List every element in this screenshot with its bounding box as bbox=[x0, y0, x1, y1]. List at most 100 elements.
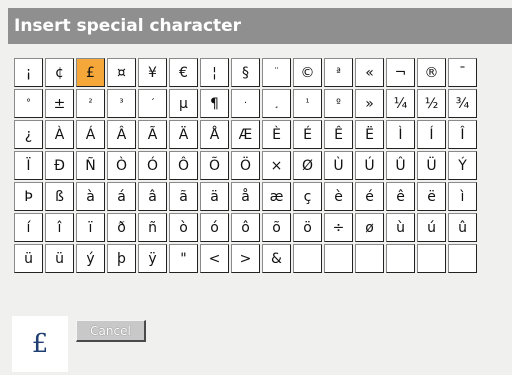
character-cell[interactable]: ú bbox=[417, 213, 446, 242]
character-cell[interactable]: ½ bbox=[417, 89, 446, 118]
character-cell[interactable]: ¯ bbox=[448, 58, 477, 87]
character-cell[interactable]: í bbox=[14, 213, 43, 242]
character-cell[interactable]: ä bbox=[200, 182, 229, 211]
character-cell[interactable]: ü bbox=[14, 244, 43, 273]
character-cell[interactable]: ¼ bbox=[386, 89, 415, 118]
character-cell[interactable]: ó bbox=[200, 213, 229, 242]
character-cell[interactable]: Ð bbox=[45, 151, 74, 180]
character-cell[interactable]: î bbox=[45, 213, 74, 242]
character-cell[interactable]: æ bbox=[262, 182, 291, 211]
character-cell[interactable]: Å bbox=[200, 120, 229, 149]
character-cell[interactable]: ¥ bbox=[138, 58, 167, 87]
character-cell[interactable]: ê bbox=[386, 182, 415, 211]
character-cell[interactable]: · bbox=[231, 89, 260, 118]
character-cell[interactable]: ô bbox=[231, 213, 260, 242]
character-cell[interactable]: Ý bbox=[448, 151, 477, 180]
character-cell[interactable]: Ø bbox=[293, 151, 322, 180]
character-cell[interactable]: > bbox=[231, 244, 260, 273]
character-cell[interactable]: ¤ bbox=[107, 58, 136, 87]
character-cell[interactable]: Ô bbox=[169, 151, 198, 180]
character-cell[interactable]: é bbox=[355, 182, 384, 211]
character-cell[interactable]: ¬ bbox=[386, 58, 415, 87]
character-cell[interactable]: Ú bbox=[355, 151, 384, 180]
character-cell[interactable]: ì bbox=[448, 182, 477, 211]
character-cell[interactable]: ¶ bbox=[200, 89, 229, 118]
character-cell[interactable]: Â bbox=[107, 120, 136, 149]
character-cell[interactable]: ¢ bbox=[45, 58, 74, 87]
character-cell[interactable]: ü bbox=[45, 244, 74, 273]
character-cell[interactable]: Ü bbox=[417, 151, 446, 180]
character-cell[interactable]: Ù bbox=[324, 151, 353, 180]
character-cell[interactable]: À bbox=[45, 120, 74, 149]
character-cell[interactable]: µ bbox=[169, 89, 198, 118]
character-cell[interactable]: à bbox=[76, 182, 105, 211]
character-cell[interactable]: € bbox=[169, 58, 198, 87]
character-cell[interactable]: ³ bbox=[107, 89, 136, 118]
character-cell[interactable]: " bbox=[169, 244, 198, 273]
character-cell[interactable]: Ì bbox=[386, 120, 415, 149]
character-cell[interactable]: ¿ bbox=[14, 120, 43, 149]
character-cell[interactable]: ß bbox=[45, 182, 74, 211]
character-cell[interactable]: Ò bbox=[107, 151, 136, 180]
character-cell[interactable]: Ë bbox=[355, 120, 384, 149]
character-cell[interactable]: ® bbox=[417, 58, 446, 87]
character-cell[interactable]: ² bbox=[76, 89, 105, 118]
character-cell[interactable]: ¾ bbox=[448, 89, 477, 118]
character-cell[interactable]: ò bbox=[169, 213, 198, 242]
character-cell[interactable]: ¡ bbox=[14, 58, 43, 87]
character-cell[interactable]: Í bbox=[417, 120, 446, 149]
character-cell[interactable]: § bbox=[231, 58, 260, 87]
character-cell[interactable]: ÿ bbox=[138, 244, 167, 273]
character-cell[interactable]: ÷ bbox=[324, 213, 353, 242]
character-cell[interactable]: × bbox=[262, 151, 291, 180]
character-cell[interactable]: ° bbox=[14, 89, 43, 118]
character-cell[interactable]: ´ bbox=[138, 89, 167, 118]
character-cell[interactable]: ± bbox=[45, 89, 74, 118]
character-cell[interactable]: Ê bbox=[324, 120, 353, 149]
character-cell[interactable]: £ bbox=[76, 58, 105, 87]
character-cell[interactable]: Ï bbox=[14, 151, 43, 180]
character-cell[interactable]: ù bbox=[386, 213, 415, 242]
character-cell[interactable]: © bbox=[293, 58, 322, 87]
character-cell[interactable]: ö bbox=[293, 213, 322, 242]
character-cell[interactable]: ï bbox=[76, 213, 105, 242]
character-cell[interactable]: ¸ bbox=[262, 89, 291, 118]
character-cell[interactable]: Ñ bbox=[76, 151, 105, 180]
character-cell[interactable]: « bbox=[355, 58, 384, 87]
character-cell[interactable]: Ó bbox=[138, 151, 167, 180]
character-cell[interactable]: Á bbox=[76, 120, 105, 149]
character-cell[interactable]: è bbox=[324, 182, 353, 211]
character-cell[interactable]: á bbox=[107, 182, 136, 211]
character-cell[interactable]: ã bbox=[169, 182, 198, 211]
character-cell[interactable]: Ä bbox=[169, 120, 198, 149]
character-cell[interactable]: Û bbox=[386, 151, 415, 180]
character-cell[interactable]: å bbox=[231, 182, 260, 211]
character-cell[interactable]: ¨ bbox=[262, 58, 291, 87]
character-cell[interactable]: È bbox=[262, 120, 291, 149]
character-cell[interactable]: É bbox=[293, 120, 322, 149]
character-cell[interactable]: â bbox=[138, 182, 167, 211]
character-cell[interactable]: ý bbox=[76, 244, 105, 273]
character-cell[interactable]: ñ bbox=[138, 213, 167, 242]
character-cell[interactable]: þ bbox=[107, 244, 136, 273]
character-cell[interactable]: ø bbox=[355, 213, 384, 242]
character-cell[interactable]: » bbox=[355, 89, 384, 118]
character-cell[interactable]: û bbox=[448, 213, 477, 242]
cancel-button[interactable]: Cancel bbox=[76, 320, 146, 342]
character-cell[interactable]: ¹ bbox=[293, 89, 322, 118]
character-cell[interactable]: & bbox=[262, 244, 291, 273]
character-cell[interactable]: < bbox=[200, 244, 229, 273]
character-cell[interactable]: ð bbox=[107, 213, 136, 242]
character-cell[interactable]: õ bbox=[262, 213, 291, 242]
character-cell[interactable]: ª bbox=[324, 58, 353, 87]
character-cell[interactable]: ¦ bbox=[200, 58, 229, 87]
character-cell[interactable]: Þ bbox=[14, 182, 43, 211]
character-cell[interactable]: ç bbox=[293, 182, 322, 211]
character-cell[interactable]: Æ bbox=[231, 120, 260, 149]
character-cell[interactable]: º bbox=[324, 89, 353, 118]
character-cell[interactable]: Õ bbox=[200, 151, 229, 180]
character-cell[interactable]: ë bbox=[417, 182, 446, 211]
character-cell[interactable]: Î bbox=[448, 120, 477, 149]
character-cell[interactable]: Ö bbox=[231, 151, 260, 180]
character-cell[interactable]: Ã bbox=[138, 120, 167, 149]
